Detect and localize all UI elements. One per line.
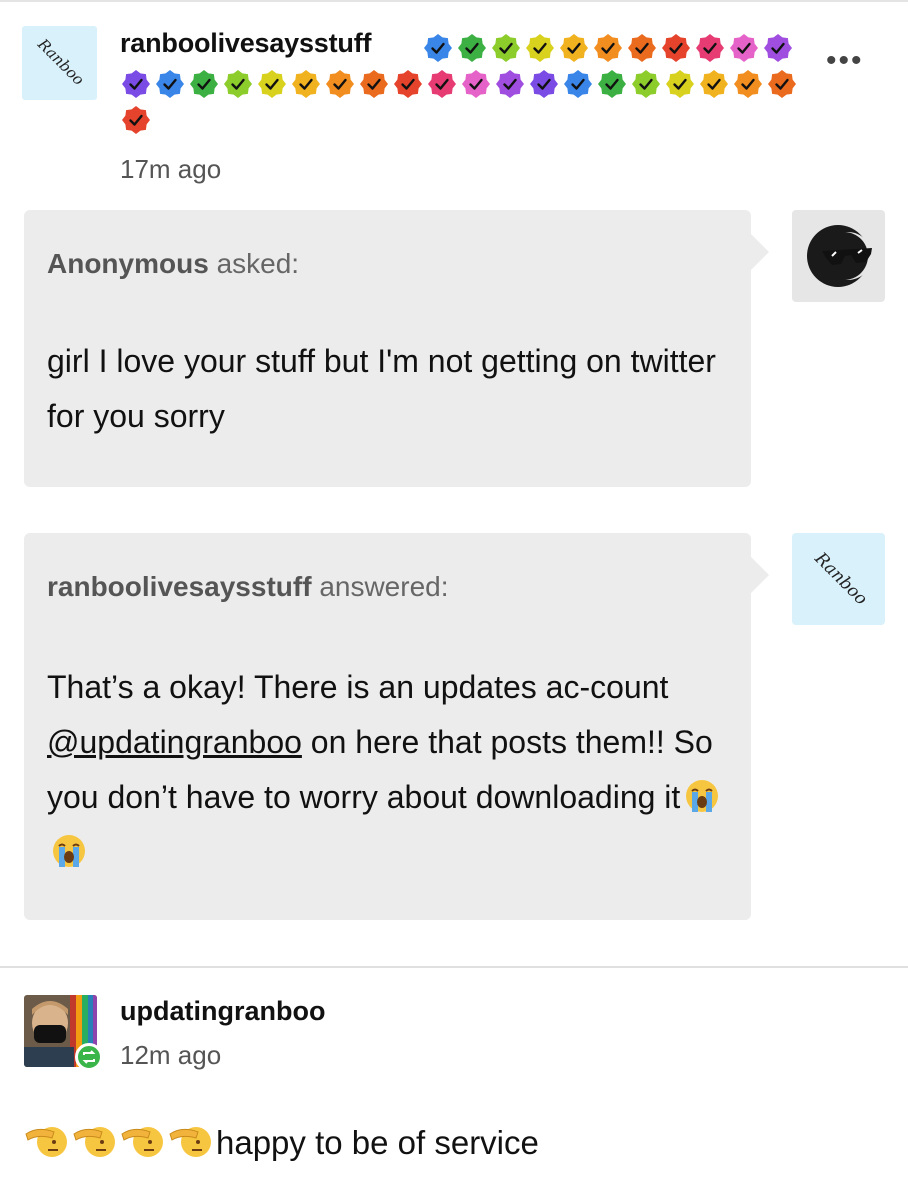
anonymous-sunglasses-icon: [807, 225, 872, 287]
verified-check-badge-icon: [528, 69, 560, 99]
verified-check-badge-icon: [766, 69, 798, 99]
answerer-avatar[interactable]: Ranboo: [792, 533, 885, 625]
verified-check-badge-icon: [290, 69, 322, 99]
anonymous-avatar: [792, 210, 885, 302]
verified-check-badge-icon: [494, 69, 526, 99]
mention-link[interactable]: @updatingranboo: [47, 724, 302, 760]
top-divider: [0, 0, 908, 2]
ask-text: girl I love your stuff but I'm not getti…: [47, 343, 716, 434]
verified-check-badge-icon: [422, 33, 454, 63]
verified-check-badge-icon: [120, 69, 152, 99]
verified-check-badge-icon: [490, 33, 522, 63]
verified-check-badge-icon: [562, 69, 594, 99]
saluting-face-icon: [72, 1120, 118, 1160]
verified-check-badge-icon: [358, 69, 390, 99]
verified-check-badge-icon: [664, 69, 696, 99]
asker-name: Anonymous: [47, 248, 209, 279]
answer-header: ranboolivesaysstuff answered:: [47, 571, 449, 603]
verified-check-badge-icon: [524, 33, 556, 63]
more-options-button[interactable]: •••: [826, 44, 864, 78]
verified-check-badge-icon: [120, 105, 152, 135]
ask-bubble: Anonymous asked: girl I love your stuff …: [24, 210, 769, 487]
verified-check-badge-icon: [188, 69, 220, 99]
answer-bubble: ranboolivesaysstuff answered: That’s a o…: [24, 533, 769, 920]
loudly-crying-face-icon: [684, 776, 720, 812]
loudly-crying-face-icon: [51, 831, 87, 867]
reblog-icon: [75, 1043, 103, 1071]
avatar-logo-text: Ranboo: [34, 35, 88, 89]
verified-check-badge-icon: [426, 69, 458, 99]
verified-check-badge-icon: [558, 33, 590, 63]
verified-check-badge-icon: [460, 69, 492, 99]
answer-text-before: That’s a okay! There is an updates ac-co…: [47, 669, 669, 705]
verified-check-badge-icon: [698, 69, 730, 99]
reblog-text-line: happy to be of service: [24, 1120, 539, 1162]
verified-check-badge-icon: [456, 33, 488, 63]
verified-check-badge-icon: [596, 69, 628, 99]
reblog-text: happy to be of service: [216, 1124, 539, 1161]
saluting-face-icon: [120, 1120, 166, 1160]
reblog-author-name[interactable]: updatingranboo: [120, 996, 325, 1027]
verified-check-badge-icon: [660, 33, 692, 63]
saluting-face-icon: [168, 1120, 214, 1160]
answerer-name[interactable]: ranboolivesaysstuff: [47, 571, 312, 602]
verified-check-badge-icon: [626, 33, 658, 63]
post-author-avatar[interactable]: Ranboo: [22, 26, 97, 100]
verified-check-badge-icon: [732, 69, 764, 99]
verified-check-badge-icon: [324, 69, 356, 99]
verified-check-badge-icon: [592, 33, 624, 63]
answer-verb: answered:: [319, 571, 449, 602]
verified-check-badge-icon: [256, 69, 288, 99]
post-divider: [0, 966, 908, 968]
verified-check-badge-icon: [630, 69, 662, 99]
verified-check-badge-icon: [154, 69, 186, 99]
avatar-logo-text: Ranboo: [810, 548, 872, 610]
verified-check-badge-icon: [222, 69, 254, 99]
verified-check-badge-icon: [762, 33, 794, 63]
reblog-timestamp: 12m ago: [120, 1040, 222, 1070]
ask-header: Anonymous asked:: [47, 248, 299, 280]
verified-check-badge-icon: [392, 69, 424, 99]
ask-verb: asked:: [216, 248, 300, 279]
verified-check-badge-icon: [728, 33, 760, 63]
saluting-face-icon: [24, 1120, 70, 1160]
post-timestamp: 17m ago: [120, 154, 222, 184]
answer-text: That’s a okay! There is an updates ac-co…: [47, 660, 737, 880]
verified-check-badge-icon: [694, 33, 726, 63]
verification-badges: [120, 30, 800, 138]
